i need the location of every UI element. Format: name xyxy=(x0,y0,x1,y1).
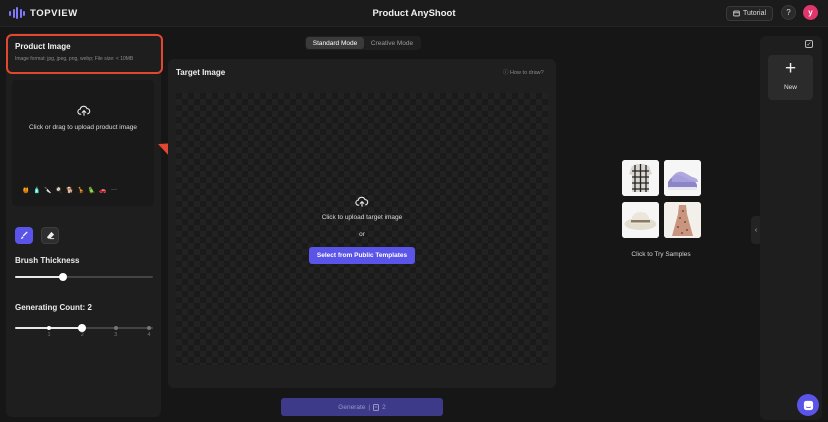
sneakers-image xyxy=(664,160,701,196)
generate-label: Generate xyxy=(338,403,366,411)
tutorial-label: Tutorial xyxy=(742,10,767,17)
sample-product-icon[interactable]: 🚗 xyxy=(99,186,107,194)
count-step-label: 4 xyxy=(147,332,151,338)
logo[interactable]: TOPVIEW xyxy=(9,7,78,19)
count-step-dot[interactable] xyxy=(147,326,151,330)
sample-plaid-shirt[interactable] xyxy=(622,160,659,196)
dress-image xyxy=(664,202,701,238)
plus-icon: + xyxy=(784,58,797,79)
sample-dress[interactable] xyxy=(664,202,701,238)
separator: | xyxy=(368,403,371,411)
new-project-button[interactable]: + New xyxy=(768,55,813,100)
product-upload-dropzone[interactable]: Click or drag to upload product image 🍯 … xyxy=(12,80,154,206)
generate-credits: 2 xyxy=(382,403,386,411)
brush-icon xyxy=(20,231,28,240)
sample-product-icon[interactable]: 🐕 xyxy=(66,186,74,194)
standard-mode-tab[interactable]: Standard Mode xyxy=(306,37,364,49)
sample-sneakers[interactable] xyxy=(664,160,701,196)
brush-thickness-fill xyxy=(15,276,64,278)
generating-count-label: Generating Count: 2 xyxy=(15,303,92,312)
sample-product-icon[interactable]: 🍳 xyxy=(55,186,63,194)
tutorial-icon xyxy=(733,10,740,17)
count-step-label: 2 xyxy=(80,332,84,338)
sample-product-icon[interactable]: 🦒 xyxy=(77,186,85,194)
count-step-label: 1 xyxy=(47,332,51,338)
sample-product-icon[interactable]: 🧴 xyxy=(33,186,41,194)
support-chat-button[interactable] xyxy=(797,394,819,416)
target-image-title: Target Image xyxy=(176,68,226,77)
brush-tool-button[interactable] xyxy=(15,227,33,244)
or-label: or xyxy=(359,231,365,238)
count-step-label: 3 xyxy=(114,332,118,338)
sample-hat[interactable] xyxy=(622,202,659,238)
product-image-format-hint: Image format: jpg, jpeg, png, webp; File… xyxy=(15,56,134,62)
count-step-dot[interactable] xyxy=(47,326,51,330)
generate-button[interactable]: Generate | 2 xyxy=(281,398,443,416)
product-image-title: Product Image xyxy=(15,42,71,51)
eraser-tool-button[interactable] xyxy=(41,227,59,244)
product-image-header: Product Image Image format: jpg, jpeg, p… xyxy=(6,34,161,74)
sample-product-icon[interactable]: 🍯 xyxy=(22,186,30,194)
product-upload-label: Click or drag to upload product image xyxy=(28,124,138,131)
creative-mode-tab[interactable]: Creative Mode xyxy=(364,37,420,49)
logo-icon xyxy=(9,7,25,19)
eraser-icon xyxy=(46,231,54,240)
select-public-templates-button[interactable]: Select from Public Templates xyxy=(309,247,415,264)
count-step-dot[interactable] xyxy=(113,326,118,330)
sample-product-icons: 🍯 🧴 🔪 🍳 🐕 🦒 🦜 🚗 ··· xyxy=(22,186,118,194)
target-upload-canvas[interactable]: Click to upload target image or Select f… xyxy=(176,93,548,365)
app-title: Product AnyShoot xyxy=(372,8,456,19)
tutorial-button[interactable]: Tutorial xyxy=(726,6,773,21)
try-samples-label: Click to Try Samples xyxy=(631,251,691,258)
chevron-left-icon: ‹ xyxy=(754,226,758,234)
more-icons-button[interactable]: ··· xyxy=(110,186,118,194)
sample-product-icon[interactable]: 🦜 xyxy=(88,186,96,194)
how-to-draw-link[interactable]: ⓘ How to draw? xyxy=(503,68,544,76)
avatar[interactable]: y xyxy=(803,5,818,20)
help-button[interactable]: ? xyxy=(781,5,796,20)
cloud-upload-icon xyxy=(77,105,91,116)
credit-icon xyxy=(373,403,380,411)
logo-text: TOPVIEW xyxy=(30,7,78,19)
mode-toggle: Standard Mode Creative Mode xyxy=(305,36,421,50)
brush-thickness-label: Brush Thickness xyxy=(15,256,80,265)
sample-product-icon[interactable]: 🔪 xyxy=(44,186,52,194)
cloud-upload-icon xyxy=(355,196,369,207)
plaid-shirt-image xyxy=(622,160,659,196)
generating-count-slider[interactable] xyxy=(15,324,153,332)
brush-thickness-slider[interactable] xyxy=(15,273,153,281)
hat-image xyxy=(622,202,659,238)
target-upload-label: Click to upload target image xyxy=(321,214,403,221)
top-bar: TOPVIEW Product AnyShoot Tutorial ? y xyxy=(0,0,828,27)
new-label: New xyxy=(783,84,797,91)
select-checkbox-icon[interactable]: ✓ xyxy=(805,40,813,48)
chat-icon xyxy=(803,400,813,410)
